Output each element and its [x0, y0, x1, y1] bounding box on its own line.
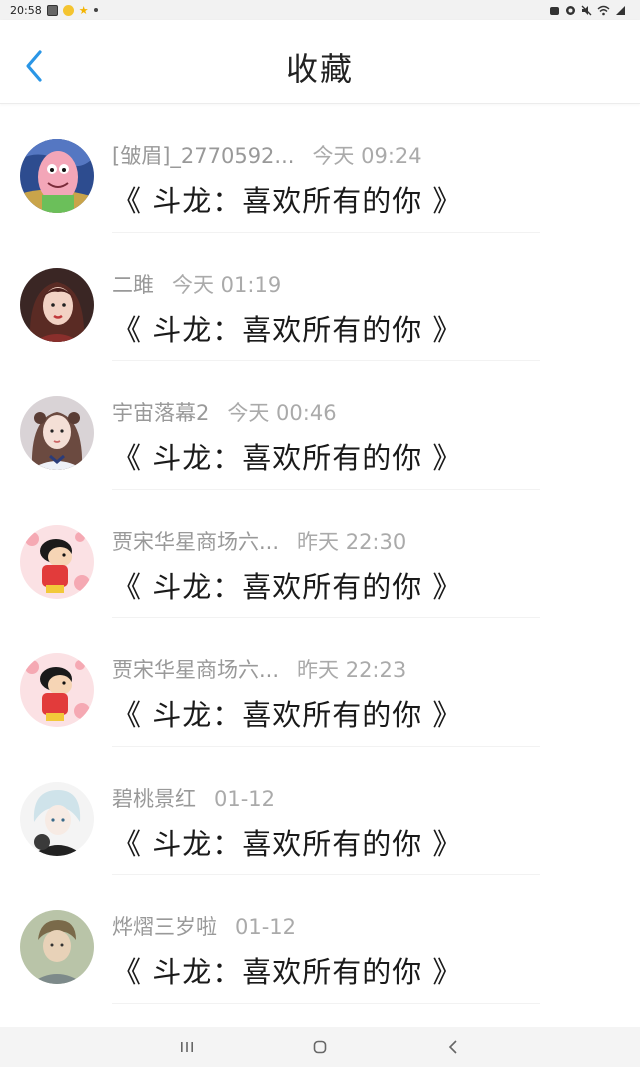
- item-time: 01-12: [235, 915, 297, 939]
- settings-icon: [566, 5, 575, 15]
- list-item[interactable]: 碧桃景红 01-12 《 斗龙：喜欢所有的你 》: [0, 747, 640, 876]
- mute-icon: [581, 5, 592, 15]
- more-notifications-icon: [93, 8, 98, 12]
- item-title: 《 斗龙：喜欢所有的你 》: [112, 826, 463, 861]
- home-icon: [313, 1040, 327, 1054]
- header: 收藏: [0, 20, 640, 104]
- item-username: [皱眉]_2770592...: [112, 144, 295, 168]
- item-meta: 贾宋华星商场六... 昨天 22:23: [112, 654, 406, 684]
- patrick-avatar: [20, 139, 94, 213]
- item-meta: 贾宋华星商场六... 昨天 22:30: [112, 526, 406, 556]
- item-username: 烨熠三岁啦: [112, 915, 217, 939]
- alarm-icon: [550, 6, 559, 15]
- page-title: 收藏: [285, 50, 354, 88]
- item-meta: 碧桃景红 01-12: [112, 783, 275, 813]
- item-title: 《 斗龙：喜欢所有的你 》: [112, 698, 463, 732]
- crayon-shin-chan-avatar: [20, 524, 94, 599]
- signal-icon: [616, 5, 625, 15]
- wifi-icon: [597, 5, 610, 15]
- item-meta: 二雎 今天 01:19: [112, 269, 281, 299]
- status-time: 20:58: [10, 3, 42, 17]
- item-meta: [皱眉]_2770592... 今天 09:24: [112, 140, 422, 170]
- item-title: 《 斗龙：喜欢所有的你 》: [112, 955, 463, 989]
- list-item[interactable]: 贾宋华星商场六... 昨天 22:23 《 斗龙：喜欢所有的你 》: [0, 618, 640, 747]
- item-time: 昨天 22:23: [297, 658, 407, 682]
- list-item[interactable]: [皱眉]_2770592... 今天 09:24 《 斗龙：喜欢所有的你 》: [0, 104, 640, 233]
- list-item[interactable]: 烨熠三岁啦 01-12 《 斗龙：喜欢所有的你 》: [0, 875, 640, 1004]
- status-bar: 20:58 ★: [0, 0, 640, 20]
- item-title: 《 斗龙：喜欢所有的你 》: [112, 184, 463, 218]
- item-title: 《 斗龙：喜欢所有的你 》: [112, 569, 463, 604]
- item-title: 《 斗龙：喜欢所有的你 》: [112, 441, 463, 475]
- back-arrow-icon: [449, 1040, 457, 1054]
- status-right: [549, 5, 626, 16]
- home-button[interactable]: [300, 1032, 340, 1062]
- star-icon: ★: [78, 3, 89, 17]
- item-time: 01-12: [214, 786, 276, 811]
- system-nav-bar: [0, 1027, 640, 1067]
- recent-apps-icon: [180, 1042, 193, 1052]
- boy-photo-avatar: [20, 910, 94, 984]
- gallery-icon: [46, 4, 58, 16]
- item-time: 昨天 22:30: [297, 529, 407, 554]
- recent-apps-button[interactable]: [167, 1032, 207, 1062]
- anime-boy-avatar: [20, 781, 94, 856]
- item-time: 今天 09:24: [312, 144, 422, 168]
- item-username: 二雎: [112, 272, 154, 297]
- list-item[interactable]: 贾宋华星商场六... 昨天 22:30 《 斗龙：喜欢所有的你 》: [0, 490, 640, 619]
- item-meta: 烨熠三岁啦 01-12: [112, 911, 296, 941]
- item-meta: 宇宙落幕2 今天 00:46: [112, 397, 337, 427]
- emoji-icon: [62, 4, 74, 16]
- list-item[interactable]: 二雎 今天 01:19 《 斗龙：喜欢所有的你 》: [0, 233, 640, 362]
- status-left: 20:58 ★: [10, 4, 98, 17]
- girl-red-avatar: [20, 267, 94, 342]
- item-username: 宇宙落幕2: [112, 401, 210, 425]
- item-username: 碧桃景红: [112, 786, 196, 811]
- crayon-shin-chan-avatar: [20, 653, 94, 727]
- item-title: 《 斗龙：喜欢所有的你 》: [112, 312, 463, 347]
- item-time: 今天 01:19: [172, 272, 282, 297]
- system-back-button[interactable]: [433, 1032, 473, 1062]
- favorites-list: [皱眉]_2770592... 今天 09:24 《 斗龙：喜欢所有的你 》 二雎…: [0, 104, 640, 1004]
- item-username: 贾宋华星商场六...: [112, 529, 280, 554]
- item-time: 今天 00:46: [227, 401, 337, 425]
- item-username: 贾宋华星商场六...: [112, 658, 280, 682]
- girl-photo-avatar: [20, 396, 94, 470]
- list-item[interactable]: 宇宙落幕2 今天 00:46 《 斗龙：喜欢所有的你 》: [0, 361, 640, 490]
